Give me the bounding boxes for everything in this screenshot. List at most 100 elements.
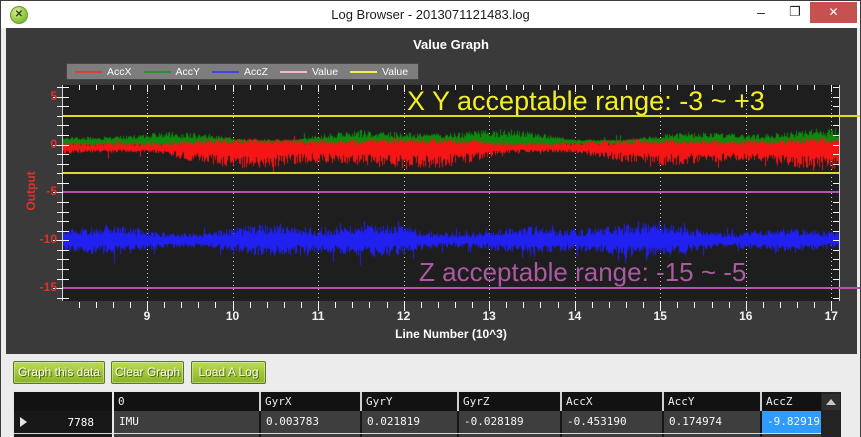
axis-tick <box>833 125 839 126</box>
axis-tick <box>63 125 69 126</box>
close-button[interactable]: ✕ <box>810 2 857 23</box>
axis-tick <box>369 85 370 90</box>
axis-tick <box>63 279 69 280</box>
table-cell-AccX[interactable]: -0.453190 <box>560 411 662 433</box>
x-tick-label: 10 <box>213 309 253 323</box>
axis-tick <box>404 85 405 92</box>
graph-this-data-button[interactable]: Graph this data <box>13 361 105 384</box>
scrollbar-up-button[interactable] <box>822 394 840 410</box>
axis-tick <box>130 302 131 308</box>
legend-item: AccX <box>75 66 132 78</box>
current-row-arrow-icon <box>20 417 27 427</box>
axis-tick <box>833 240 839 241</box>
axis-tick <box>352 302 353 308</box>
axis-tick <box>113 85 114 90</box>
axis-tick <box>387 302 388 308</box>
axis-tick <box>63 240 69 241</box>
clear-graph-button[interactable]: Clear Graph <box>111 361 184 384</box>
legend-line-swatch <box>212 71 239 73</box>
x-tick-label: 11 <box>298 309 338 323</box>
annotation-xy-range: X Y acceptable range: -3 ~ +3 <box>407 86 765 117</box>
axis-tick <box>352 85 353 90</box>
axis-tick <box>694 302 695 308</box>
table-scrollbar[interactable] <box>821 390 841 437</box>
column-header-0[interactable]: 0 <box>112 392 259 411</box>
column-header-GyrY[interactable]: GyrY <box>360 392 457 411</box>
chart-legend: AccXAccYAccZValueValue <box>66 63 419 80</box>
axis-tick <box>215 302 216 308</box>
axis-tick <box>284 85 285 90</box>
y-tick-label: 5 <box>21 89 57 103</box>
axis-tick <box>63 135 69 136</box>
y-tick-label: -15 <box>21 280 57 294</box>
table-cell-0[interactable]: IMU <box>112 411 259 433</box>
window: ✕ Log Browser - 2013071121483.log – ❐ ✕ … <box>0 0 861 437</box>
axis-tick <box>421 302 422 308</box>
axis-tick <box>540 302 541 308</box>
table-cell-AccZ[interactable]: -9.829193 <box>760 411 821 433</box>
axis-tick <box>250 302 251 308</box>
axis-tick <box>833 154 839 155</box>
column-header-AccY[interactable]: AccY <box>662 392 760 411</box>
axis-tick <box>335 85 336 90</box>
axis-tick <box>198 302 199 308</box>
y-axis-title: Output <box>24 163 38 219</box>
axis-tick <box>833 135 839 136</box>
table-cell-GyrZ[interactable]: -0.028189 <box>457 411 560 433</box>
column-header-GyrX[interactable]: GyrX <box>259 392 360 411</box>
axis-tick <box>63 259 69 260</box>
axis-tick <box>63 87 69 88</box>
table-cell-GyrY[interactable]: 0.021819 <box>360 411 457 433</box>
axis-tick <box>833 279 839 280</box>
x-tick-label: 9 <box>127 309 167 323</box>
legend-item: AccY <box>144 66 201 78</box>
legend-label: AccY <box>176 66 201 78</box>
axis-tick <box>833 164 839 165</box>
axis-tick <box>63 97 69 98</box>
x-tick-label: 12 <box>384 309 424 323</box>
table-row: 7788IMU0.0037830.021819-0.028189-0.45319… <box>14 411 821 433</box>
row-header-column[interactable] <box>14 392 112 411</box>
table-cell-GyrX[interactable]: 0.003783 <box>259 411 360 433</box>
axis-tick <box>626 302 627 308</box>
axis-tick <box>63 164 69 165</box>
axis-tick <box>63 106 69 107</box>
column-header-AccZ[interactable]: AccZ <box>760 392 821 411</box>
x-axis-title: Line Number (10^3) <box>63 327 839 341</box>
axis-tick <box>63 221 69 222</box>
x-tick-label: 16 <box>726 309 766 323</box>
axis-tick <box>63 269 69 270</box>
axis-tick <box>198 85 199 90</box>
axis-tick <box>79 302 80 308</box>
data-grid: 0GyrXGyrYGyrZAccXAccYAccZ7788IMU0.003783… <box>12 390 821 437</box>
axis-tick <box>147 85 148 92</box>
column-header-AccX[interactable]: AccX <box>560 392 662 411</box>
legend-label: AccZ <box>244 66 268 78</box>
axis-tick <box>455 302 456 308</box>
titlebar: ✕ Log Browser - 2013071121483.log – ❐ ✕ <box>1 1 860 28</box>
maximize-button[interactable]: ❐ <box>780 1 810 23</box>
row-header[interactable]: 7788 <box>14 411 112 433</box>
axis-tick <box>523 302 524 308</box>
axis-tick <box>267 85 268 90</box>
annotation-z-range: Z acceptable range: -15 ~ -5 <box>419 257 746 288</box>
axis-tick <box>233 85 234 92</box>
window-title: Log Browser - 2013071121483.log <box>1 1 860 28</box>
axis-tick <box>164 302 165 308</box>
axis-tick <box>833 145 839 146</box>
axis-tick <box>96 85 97 90</box>
axis-tick <box>96 302 97 308</box>
axis-tick <box>677 302 678 308</box>
column-header-GyrZ[interactable]: GyrZ <box>457 392 560 411</box>
axis-tick <box>833 231 839 232</box>
axis-tick <box>609 302 610 308</box>
axis-tick <box>164 85 165 90</box>
minimize-button[interactable]: – <box>746 1 776 23</box>
load-a-log-button[interactable]: Load A Log <box>191 361 266 384</box>
axis-tick <box>63 212 69 213</box>
axis-tick <box>797 85 798 90</box>
axis-tick <box>833 87 839 88</box>
axis-tick <box>63 231 69 232</box>
table-cell-AccY[interactable]: 0.174974 <box>662 411 760 433</box>
axis-tick <box>369 302 370 308</box>
